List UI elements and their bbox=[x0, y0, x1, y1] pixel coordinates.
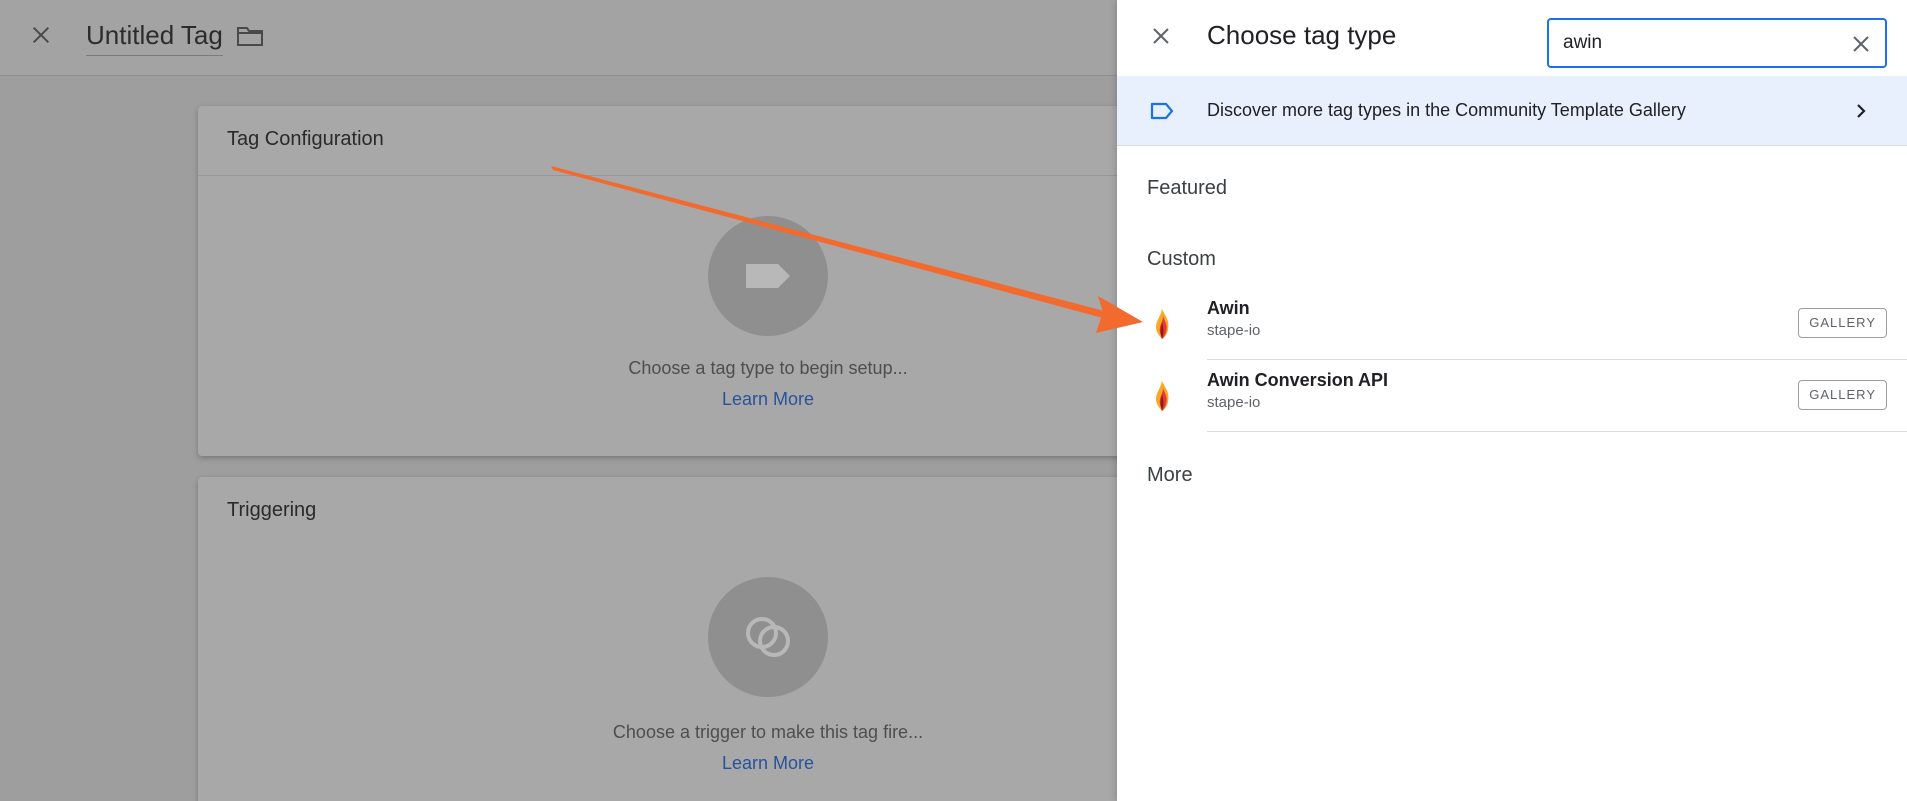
item-vendor: stape-io bbox=[1207, 394, 1261, 411]
item-name: Awin bbox=[1207, 298, 1250, 318]
section-featured: Featured bbox=[1147, 177, 1228, 199]
discover-label: Discover more tag types in the Community… bbox=[1207, 100, 1686, 120]
search-field[interactable] bbox=[1547, 18, 1887, 68]
folder-icon[interactable] bbox=[236, 24, 264, 48]
item-name: Awin Conversion API bbox=[1207, 370, 1389, 390]
trigger-icon bbox=[746, 617, 790, 657]
chevron-right-icon bbox=[1857, 104, 1866, 118]
tag-type-placeholder[interactable] bbox=[708, 216, 828, 336]
item-vendor: stape-io bbox=[1207, 322, 1261, 339]
search-input[interactable] bbox=[1563, 30, 1833, 56]
tag-name-field[interactable]: Untitled Tag bbox=[86, 20, 223, 56]
list-item[interactable]: Awin Conversion API stape-io GALLERY bbox=[1117, 360, 1907, 432]
close-icon[interactable] bbox=[30, 24, 52, 46]
editor-topbar: Untitled Tag bbox=[0, 0, 1117, 76]
gallery-badge: GALLERY bbox=[1798, 380, 1887, 410]
section-custom: Custom bbox=[1147, 248, 1216, 270]
card-title: Triggering bbox=[227, 499, 317, 521]
awin-flame-icon bbox=[1156, 309, 1169, 339]
awin-flame-icon bbox=[1156, 381, 1169, 411]
close-icon[interactable] bbox=[1149, 24, 1173, 48]
community-gallery-banner[interactable]: Discover more tag types in the Community… bbox=[1117, 76, 1907, 146]
tag-icon bbox=[746, 264, 790, 288]
tag-configuration-card[interactable]: Tag Configuration Choose a tag type to b… bbox=[198, 106, 1128, 456]
tag-icon bbox=[1150, 102, 1174, 120]
tag-editor-backdrop: Untitled Tag Tag Configuration Choose a … bbox=[0, 0, 1128, 801]
choose-tag-type-panel: Choose tag type Discover more tag types … bbox=[1117, 0, 1907, 801]
divider bbox=[1207, 431, 1907, 432]
gallery-badge: GALLERY bbox=[1798, 308, 1887, 338]
clear-search-icon[interactable] bbox=[1849, 32, 1873, 56]
list-item[interactable]: Awin stape-io GALLERY bbox=[1117, 288, 1907, 360]
triggering-card[interactable]: Triggering Choose a trigger to make this… bbox=[198, 477, 1128, 801]
card-title: Tag Configuration bbox=[198, 106, 1128, 176]
panel-title: Choose tag type bbox=[1207, 20, 1397, 50]
section-more: More bbox=[1147, 464, 1193, 486]
trigger-placeholder[interactable] bbox=[708, 577, 828, 697]
